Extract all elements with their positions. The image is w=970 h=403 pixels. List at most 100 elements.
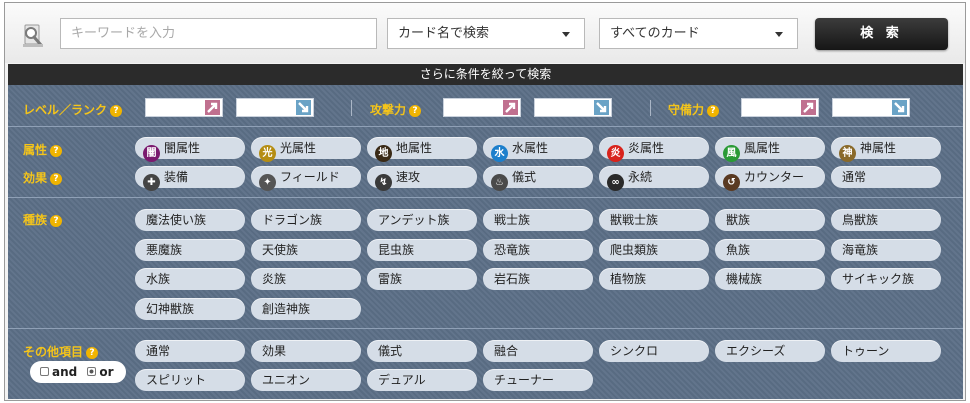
- radio-or[interactable]: [87, 367, 97, 376]
- filter-option-label: デュアル: [378, 373, 426, 387]
- help-icon[interactable]: ?: [707, 105, 720, 117]
- help-icon[interactable]: ?: [50, 173, 63, 185]
- arrow-up-right-icon: [205, 100, 220, 115]
- filter-option-type-16[interactable]: 雷族: [367, 268, 477, 290]
- arrow-down-right-icon: [296, 100, 311, 115]
- and-option[interactable]: and: [40, 365, 77, 379]
- or-option[interactable]: or: [87, 365, 114, 379]
- filter-option-type-10[interactable]: 恐竜族: [483, 238, 593, 261]
- filter-option-effect-2[interactable]: ↯ 速攻: [367, 166, 477, 191]
- filter-option-type-19[interactable]: 機械族: [715, 268, 825, 290]
- filter-option-label: 風属性: [744, 141, 781, 155]
- radio-and[interactable]: [40, 367, 49, 376]
- field-icon: ✦: [259, 174, 276, 191]
- filter-option-label: 炎族: [262, 272, 287, 286]
- filter-option-attribute-4[interactable]: 炎炎属性: [599, 137, 709, 162]
- filter-option-effect-5[interactable]: ↺ カウンター: [715, 166, 825, 191]
- filter-option-other-10[interactable]: チューナー: [483, 369, 593, 391]
- filter-option-type-1[interactable]: ドラゴン族: [251, 209, 361, 231]
- search-mode-value: カード名で検索: [398, 26, 490, 41]
- filter-option-type-12[interactable]: 魚族: [715, 238, 825, 261]
- filter-option-attribute-0[interactable]: 闇闇属性: [135, 137, 245, 162]
- filter-option-label: 速攻: [396, 170, 421, 184]
- filter-option-type-15[interactable]: 炎族: [251, 268, 361, 290]
- filter-option-other-7[interactable]: スピリット: [135, 369, 245, 391]
- filter-option-label: 儀式: [378, 344, 403, 358]
- filter-panel: レベル／ランク? 攻撃力? 守備力? 属性? 効果 ? 種族 ? その他項目 ?…: [8, 85, 963, 399]
- filter-option-label: 機械族: [726, 272, 763, 286]
- filter-option-type-6[interactable]: 鳥獣族: [831, 209, 941, 231]
- effect-text: 効果: [23, 171, 48, 185]
- filter-option-effect-0[interactable]: ✚ 装備: [135, 166, 245, 191]
- filter-option-other-8[interactable]: ユニオン: [251, 369, 361, 391]
- divider: [351, 100, 352, 116]
- filter-option-effect-3[interactable]: ♨ 儀式: [483, 166, 593, 191]
- filter-option-label: フィールド: [280, 170, 340, 184]
- filter-option-type-4[interactable]: 獣戦士族: [599, 209, 709, 231]
- defense-max-input[interactable]: [832, 98, 910, 117]
- filter-option-type-17[interactable]: 岩石族: [483, 268, 593, 290]
- level-min-input[interactable]: [145, 98, 223, 117]
- filter-option-type-0[interactable]: 魔法使い族: [135, 209, 245, 231]
- filter-option-label: 水属性: [512, 141, 549, 155]
- counter-icon: ↺: [723, 174, 740, 191]
- card-filter-select[interactable]: すべてのカード: [599, 18, 798, 49]
- filter-option-attribute-3[interactable]: 水水属性: [483, 137, 593, 162]
- level-rank-text: レベル／ランク: [23, 103, 108, 117]
- filter-option-type-5[interactable]: 獣族: [715, 209, 825, 231]
- filter-option-label: ドラゴン族: [262, 213, 323, 227]
- filter-option-other-5[interactable]: エクシーズ: [715, 340, 825, 362]
- divider: [650, 100, 651, 116]
- filter-option-other-6[interactable]: トゥーン: [831, 340, 941, 362]
- help-icon[interactable]: ?: [86, 347, 99, 359]
- filter-option-type-18[interactable]: 植物族: [599, 268, 709, 290]
- filter-option-other-0[interactable]: 通常: [135, 340, 245, 362]
- filter-option-other-9[interactable]: デュアル: [367, 369, 477, 391]
- refine-search-header: さらに条件を絞って検索: [8, 64, 963, 85]
- filter-option-other-4[interactable]: シンクロ: [599, 340, 709, 362]
- help-icon[interactable]: ?: [50, 215, 63, 227]
- attack-max-input[interactable]: [534, 98, 612, 117]
- filter-option-other-3[interactable]: 融合: [483, 340, 593, 362]
- filter-option-other-1[interactable]: 効果: [251, 340, 361, 362]
- filter-option-type-22[interactable]: 創造神族: [251, 297, 361, 320]
- filter-option-attribute-1[interactable]: 光光属性: [251, 137, 361, 162]
- level-max-input[interactable]: [236, 98, 314, 117]
- help-icon[interactable]: ?: [409, 105, 422, 117]
- keyword-input[interactable]: [60, 18, 377, 49]
- filter-option-type-14[interactable]: 水族: [135, 268, 245, 290]
- filter-option-label: 雷族: [378, 272, 403, 286]
- filter-option-effect-6[interactable]: 通常: [831, 166, 941, 188]
- or-text: or: [99, 365, 114, 379]
- attack-min-input[interactable]: [443, 98, 521, 117]
- filter-option-effect-1[interactable]: ✦ フィールド: [251, 166, 361, 191]
- filter-option-label: 海竜族: [842, 242, 879, 257]
- filter-option-label: スピリット: [146, 373, 207, 387]
- filter-option-attribute-5[interactable]: 風風属性: [715, 137, 825, 162]
- filter-option-other-2[interactable]: 儀式: [367, 340, 477, 362]
- help-icon[interactable]: ?: [110, 105, 123, 117]
- filter-option-label: 爬虫類族: [610, 242, 659, 257]
- filter-option-attribute-2[interactable]: 地地属性: [367, 137, 477, 162]
- filter-option-attribute-6[interactable]: 神神属性: [831, 137, 941, 162]
- filter-option-type-9[interactable]: 昆虫族: [367, 238, 477, 261]
- defense-min-input[interactable]: [741, 98, 819, 117]
- filter-option-type-20[interactable]: サイキック族: [831, 268, 941, 290]
- filter-option-type-11[interactable]: 爬虫類族: [599, 238, 709, 261]
- and-text: and: [52, 365, 78, 379]
- filter-option-type-8[interactable]: 天使族: [251, 238, 361, 261]
- filter-option-type-21[interactable]: 幻神獣族: [135, 297, 245, 320]
- level-rank-label: レベル／ランク?: [23, 101, 123, 118]
- filter-option-label: 創造神族: [262, 301, 311, 316]
- search-bar: カード名で検索 すべてのカード 検 索: [5, 3, 965, 63]
- filter-option-type-3[interactable]: 戦士族: [483, 209, 593, 231]
- filter-option-type-7[interactable]: 悪魔族: [135, 238, 245, 261]
- filter-option-type-2[interactable]: アンデット族: [367, 209, 477, 231]
- search-mode-select[interactable]: カード名で検索: [387, 18, 585, 49]
- search-button[interactable]: 検 索: [815, 18, 948, 50]
- help-icon[interactable]: ?: [50, 145, 63, 157]
- divider: [8, 126, 963, 127]
- filter-option-effect-4[interactable]: ∞ 永続: [599, 166, 709, 191]
- filter-option-type-13[interactable]: 海竜族: [831, 238, 941, 261]
- filter-option-label: ユニオン: [262, 373, 311, 387]
